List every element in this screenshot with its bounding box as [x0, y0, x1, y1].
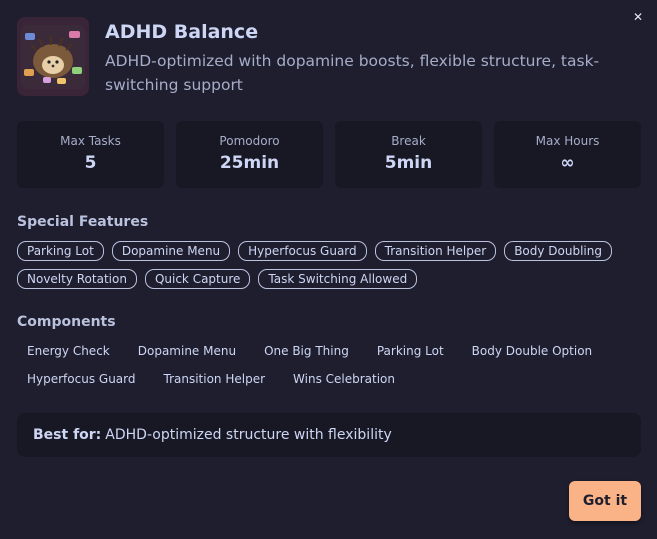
stat-value: ∞	[560, 152, 575, 173]
components-heading: Components	[17, 314, 116, 330]
preset-title: ADHD Balance	[105, 21, 259, 43]
stat-label: Max Hours	[535, 133, 600, 148]
hedgehog-illustration-icon	[17, 17, 89, 96]
component-item: One Big Thing	[264, 344, 349, 358]
component-item: Transition Helper	[163, 372, 266, 386]
stat-card-break: Break 5min	[335, 121, 482, 188]
stat-card-pomodoro: Pomodoro 25min	[176, 121, 323, 188]
feature-chip: Transition Helper	[374, 241, 497, 261]
best-for-label: Best for:	[33, 427, 102, 443]
feature-chip: Body Doubling	[504, 241, 612, 261]
close-button[interactable]: ✕	[629, 8, 647, 26]
feature-chip: Dopamine Menu	[111, 241, 231, 261]
stat-label: Break	[391, 133, 426, 148]
component-item: Parking Lot	[376, 344, 444, 358]
stat-value: 25min	[219, 152, 280, 173]
component-item: Body Double Option	[471, 344, 593, 358]
components-list: Energy Check Dopamine Menu One Big Thing…	[17, 342, 637, 388]
stat-label: Pomodoro	[219, 133, 280, 148]
stat-value: 5min	[384, 152, 433, 173]
special-features-heading: Special Features	[17, 214, 149, 230]
preset-header: ADHD Balance ADHD-optimized with dopamin…	[17, 17, 617, 97]
close-icon: ✕	[632, 10, 644, 24]
stats-row: Max Tasks 5 Pomodoro 25min Break 5min Ma…	[17, 121, 641, 188]
best-for-text: ADHD-optimized structure with flexibilit…	[105, 427, 392, 443]
stat-card-max-hours: Max Hours ∞	[494, 121, 641, 188]
stat-value: 5	[84, 152, 97, 173]
component-item: Energy Check	[27, 344, 110, 358]
got-it-button[interactable]: Got it	[569, 481, 641, 521]
feature-chip: Hyperfocus Guard	[238, 241, 367, 261]
feature-chip: Task Switching Allowed	[258, 269, 418, 289]
stat-label: Max Tasks	[60, 133, 121, 148]
feature-chip: Novelty Rotation	[17, 269, 137, 289]
component-item: Hyperfocus Guard	[27, 372, 136, 386]
best-for-panel: Best for: ADHD-optimized structure with …	[17, 413, 641, 457]
special-features-list: Parking Lot Dopamine Menu Hyperfocus Gua…	[17, 241, 637, 289]
component-item: Wins Celebration	[293, 372, 396, 386]
component-item: Dopamine Menu	[137, 344, 237, 358]
stat-card-max-tasks: Max Tasks 5	[17, 121, 164, 188]
preset-description: ADHD-optimized with dopamine boosts, fle…	[105, 52, 600, 94]
feature-chip: Quick Capture	[144, 269, 251, 289]
feature-chip: Parking Lot	[17, 241, 104, 261]
